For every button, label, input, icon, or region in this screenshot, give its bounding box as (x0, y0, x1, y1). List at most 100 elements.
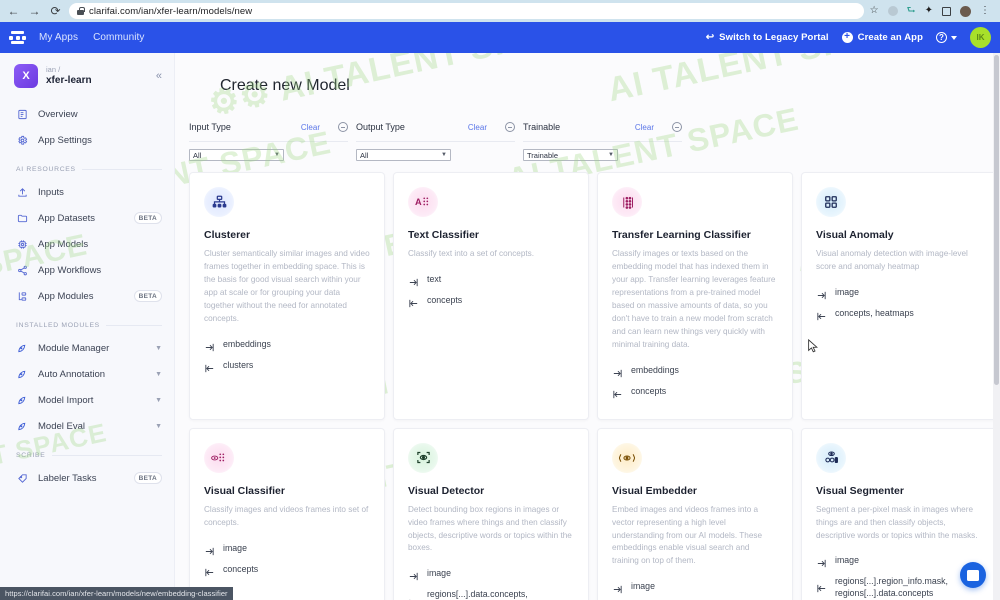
reload-icon[interactable]: ⟳ (48, 4, 63, 19)
chat-bubble-icon[interactable] (960, 562, 986, 588)
sidebar-item-app-models[interactable]: App Models (0, 231, 174, 257)
extension-circle-icon[interactable] (887, 6, 898, 16)
filter-header: Trainable Clear (523, 119, 682, 135)
chevron-down-icon[interactable]: ▼ (155, 397, 162, 404)
switch-legacy-portal-button[interactable]: ↩ Switch to Legacy Portal (706, 32, 829, 43)
card-input-value: embeddings (631, 364, 679, 375)
card-output-row: concepts (612, 386, 778, 398)
chevron-down-icon[interactable]: ▼ (155, 345, 162, 352)
detect-box-icon (408, 442, 438, 473)
user-avatar[interactable]: IK (970, 27, 991, 48)
collapse-filter-icon[interactable] (338, 122, 348, 132)
clear-filter-button[interactable]: Clear (635, 123, 654, 132)
divider (51, 455, 162, 456)
card-output-row: concepts (204, 564, 370, 576)
input-arrow-icon (204, 544, 215, 555)
sidebar-item-model-eval[interactable]: Model Eval ▼ (0, 413, 174, 439)
sidebar-item-label: Overview (38, 108, 78, 120)
card-output-value: regions[...].data.concepts, regions[...]… (427, 589, 528, 600)
nav-community[interactable]: Community (93, 32, 144, 43)
card-input-row: image (204, 543, 370, 555)
sidebar-item-app-datasets[interactable]: App Datasets BETA (0, 205, 174, 231)
collapse-sidebar-button[interactable]: « (156, 70, 162, 82)
card-input-value: image (427, 568, 451, 579)
collapse-filter-icon[interactable] (672, 122, 682, 132)
filter-input-type: Input Type Clear All ▼ (189, 119, 356, 161)
app-top-bar-actions: ↩ Switch to Legacy Portal + Create an Ap… (706, 27, 991, 48)
model-card-visual-classifier[interactable]: Visual Classifier Classify images and vi… (189, 427, 385, 600)
chevron-down-icon[interactable]: ▼ (155, 423, 162, 430)
input-arrow-icon (612, 582, 623, 594)
card-input-row: image (816, 287, 982, 300)
divider (105, 325, 162, 326)
plus-icon: + (841, 32, 853, 43)
address-bar-url: clarifai.com/ian/xfer-learn/models/new (89, 5, 253, 17)
sidebar-item-app-modules[interactable]: App Modules BETA (0, 283, 174, 309)
profile-avatar-icon[interactable] (960, 5, 971, 17)
filter-label: Input Type (189, 122, 231, 132)
sidebar-item-model-import[interactable]: Model Import ▼ (0, 387, 174, 413)
model-card-visual-embedder[interactable]: Visual Embedder Embed images and videos … (597, 427, 793, 600)
card-input-value: embeddings (223, 338, 271, 349)
chevron-down-icon[interactable]: ▼ (155, 371, 162, 378)
card-input-value: text (427, 273, 442, 284)
chip-icon (16, 238, 29, 251)
model-type-grid: Clusterer Cluster semantically similar i… (189, 172, 997, 600)
sidebar-item-label: Module Manager (38, 342, 110, 354)
model-card-clusterer[interactable]: Clusterer Cluster semantically similar i… (189, 172, 385, 420)
split-view-icon[interactable] (942, 6, 951, 16)
trainable-select[interactable]: Trainable ▼ (523, 149, 618, 161)
card-output-row: concepts, heatmaps (816, 308, 982, 321)
input-arrow-icon (408, 275, 419, 287)
bookmark-star-icon[interactable]: ☆ (870, 6, 879, 16)
kebab-menu-icon[interactable]: ⋮ (980, 6, 990, 16)
create-an-app-button[interactable]: + Create an App (841, 32, 923, 43)
address-bar[interactable]: clarifai.com/ian/xfer-learn/models/new (69, 3, 864, 19)
card-input-value: image (223, 542, 247, 553)
sidebar-item-auto-annotation[interactable]: Auto Annotation ▼ (0, 361, 174, 387)
puzzle-extensions-icon[interactable]: ✦ (925, 6, 933, 16)
eye-grid-icon (204, 442, 234, 473)
card-input-value: image (631, 581, 655, 592)
back-arrow-icon[interactable]: ← (6, 4, 21, 19)
sidebar-item-module-manager[interactable]: Module Manager ▼ (0, 335, 174, 361)
clear-filter-button[interactable]: Clear (301, 123, 320, 132)
card-description: Classify images and videos frames into s… (204, 504, 369, 527)
card-output-row: regions[...].data.concepts, regions[...]… (408, 589, 574, 600)
sidebar-item-app-workflows[interactable]: App Workflows (0, 257, 174, 283)
sidebar-item-label: Inputs (38, 186, 64, 198)
clarifai-logo-icon[interactable] (9, 30, 26, 45)
main-scrollbar[interactable] (993, 53, 1000, 600)
sidebar-item-app-settings[interactable]: App Settings (0, 127, 174, 153)
sidebar-item-labeler-tasks[interactable]: Labeler Tasks BETA (0, 465, 174, 491)
help-menu[interactable]: ? (936, 32, 957, 43)
app-top-bar: My Apps Community ↩ Switch to Legacy Por… (0, 22, 1000, 53)
share-nodes-icon (16, 264, 29, 277)
section-title: INSTALLED MODULES (16, 322, 100, 329)
sidebar-item-overview[interactable]: Overview (0, 101, 174, 127)
model-card-visual-detector[interactable]: Visual Detector Detect bounding box regi… (393, 427, 589, 600)
collapse-filter-icon[interactable] (505, 122, 515, 132)
scrollbar-thumb[interactable] (994, 55, 999, 385)
nav-my-apps[interactable]: My Apps (39, 32, 78, 43)
card-input-row: image (612, 581, 778, 594)
forward-arrow-icon[interactable]: → (27, 4, 42, 19)
model-card-visual-anomaly[interactable]: Visual Anomaly Visual anomaly detection … (801, 172, 997, 420)
card-output-value: concepts (223, 563, 259, 574)
sidebar-section-installed-modules: INSTALLED MODULES (0, 322, 174, 329)
sidebar-app-header[interactable]: X ian / xfer-learn « (0, 64, 174, 88)
input-type-select[interactable]: All ▼ (189, 149, 284, 161)
model-card-transfer-learning-classifier[interactable]: Transfer Learning Classifier Classify im… (597, 172, 793, 420)
app-avatar: X (14, 64, 38, 88)
sidebar-item-inputs[interactable]: Inputs (0, 179, 174, 205)
clear-filter-button[interactable]: Clear (468, 123, 487, 132)
output-type-select[interactable]: All ▼ (356, 149, 451, 161)
input-arrow-icon (204, 340, 215, 351)
module-icon (16, 420, 29, 433)
card-description: Classify images or texts based on the em… (612, 249, 776, 349)
sidebar: SPACE T SPACE X ian / xfer-learn « Overv… (0, 53, 233, 600)
clipboard-extension-icon[interactable]: ⮑ (907, 6, 916, 16)
model-card-text-classifier[interactable]: A Text Classifier Classify text into a s… (393, 172, 589, 420)
folder-icon (16, 212, 29, 225)
filter-output-type: Output Type Clear All ▼ (356, 119, 523, 161)
